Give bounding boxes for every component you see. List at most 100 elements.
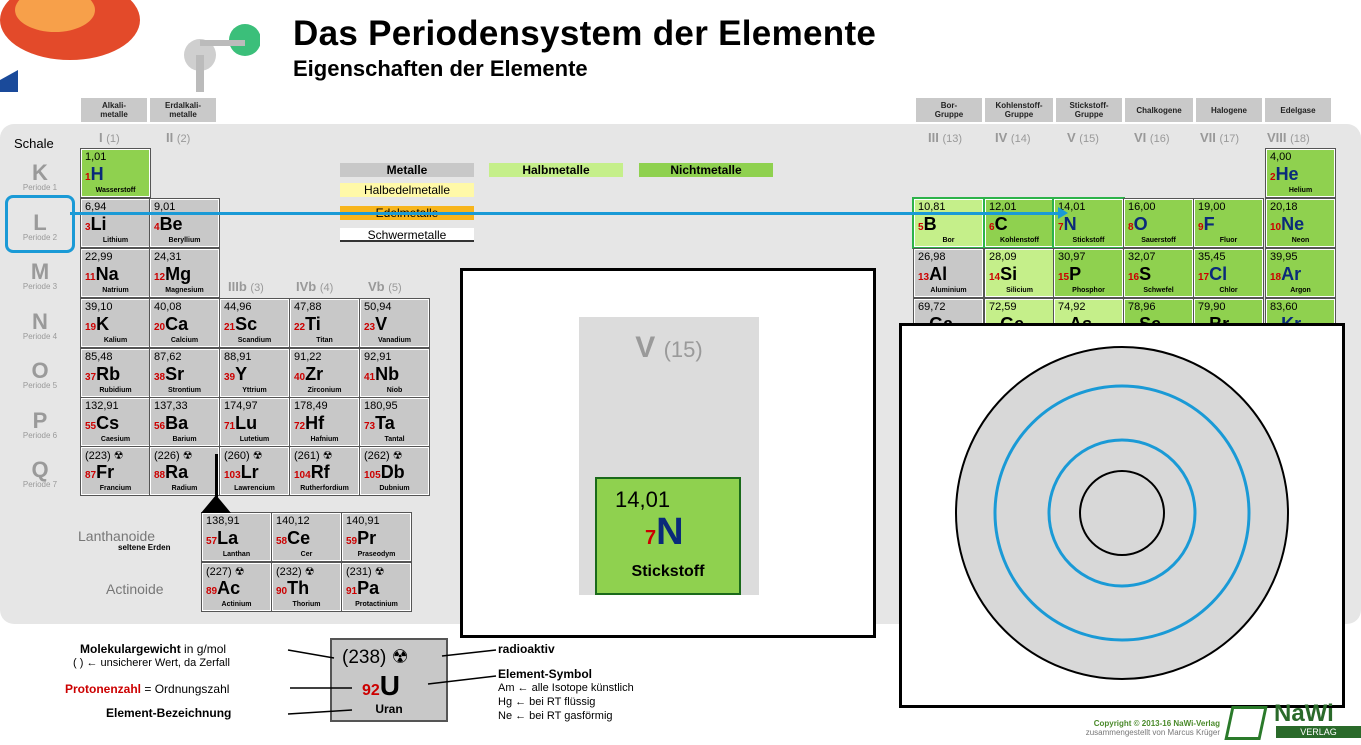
arrow-head-icon	[1058, 207, 1068, 219]
element-strontium[interactable]: 87,62 38Sr Strontium	[149, 348, 220, 398]
zoom-panel: V (15) 14,01 7N Stickstoff	[460, 268, 876, 638]
zoom-symbol: 7N	[645, 511, 684, 553]
element-symbol: 18Ar	[1270, 264, 1302, 284]
element-beryllium[interactable]: 9,01 4Be Beryllium	[149, 198, 220, 248]
group-number-17: VII (17)	[1200, 130, 1240, 145]
element-mass: 69,72	[918, 301, 946, 313]
element-label: Lithium	[102, 237, 129, 244]
element-thorium[interactable]: (232) ☢ 90Th Thorium	[271, 562, 342, 612]
element-lawrencium[interactable]: (260) ☢ 103Lr Lawrencium	[219, 446, 290, 496]
element-wasserstoff[interactable]: 1,01 1H Wasserstoff	[80, 148, 151, 198]
element-praseodym[interactable]: 140,91 59Pr Praseodym	[341, 512, 412, 562]
element-aluminium[interactable]: 26,98 13Al Aluminium	[913, 248, 984, 298]
group-header-chalkogene: Chalkogene	[1125, 98, 1193, 122]
element-mass: 40,08	[154, 301, 182, 313]
element-rubidium[interactable]: 85,48 37Rb Rubidium	[80, 348, 151, 398]
element-mass: 92,91	[364, 351, 392, 363]
element-kohlenstoff[interactable]: 12,01 6C Kohlenstoff	[983, 197, 1056, 249]
element-chlor[interactable]: 35,45 17Cl Chlor	[1193, 248, 1264, 298]
element-mass: 91,22	[294, 351, 322, 363]
shell-p[interactable]: P Periode 6	[10, 408, 70, 440]
zoom-mass: 14,01	[615, 487, 671, 512]
element-symbol: 87Fr	[85, 462, 115, 482]
element-mass: (262) ☢	[364, 450, 403, 462]
element-radium[interactable]: (226) ☢ 88Ra Radium	[149, 446, 220, 496]
legend-schwermetalle: Schwermetalle	[340, 228, 474, 242]
element-mass: 19,00	[1198, 201, 1226, 213]
element-label: Fluor	[1219, 237, 1238, 244]
element-lutetium[interactable]: 174,97 71Lu Lutetium	[219, 397, 290, 447]
element-label: Titan	[316, 337, 333, 344]
page-title: Das Periodensystem der Elemente	[293, 14, 877, 53]
zoom-name: Stickstoff	[631, 563, 705, 580]
group-number-5: Vb (5)	[368, 279, 402, 294]
shell-k[interactable]: K Periode 1	[10, 160, 70, 192]
element-cer[interactable]: 140,12 58Ce Cer	[271, 512, 342, 562]
element-mass: (231) ☢	[346, 566, 385, 578]
element-rutherfordium[interactable]: (261) ☢ 104Rf Rutherfordium	[289, 446, 360, 496]
element-phosphor[interactable]: 30,97 15P Phosphor	[1053, 248, 1124, 298]
element-mass: 4,00	[1270, 151, 1292, 163]
element-symbol: 57La	[206, 528, 239, 548]
element-titan[interactable]: 47,88 22Ti Titan	[289, 298, 360, 348]
legend-nichtmetalle: Nichtmetalle	[639, 163, 773, 177]
element-francium[interactable]: (223) ☢ 87Fr Francium	[80, 446, 151, 496]
element-calcium[interactable]: 40,08 20Ca Calcium	[149, 298, 220, 348]
element-symbol: 1H	[85, 164, 104, 184]
element-sauerstoff[interactable]: 16,00 8O Sauerstoff	[1123, 198, 1194, 248]
element-tantal[interactable]: 180,95 73Ta Tantal	[359, 397, 430, 447]
outer-shell-ring	[955, 346, 1289, 680]
element-argon[interactable]: 39,95 18Ar Argon	[1265, 248, 1336, 298]
book-icon	[1224, 706, 1268, 740]
element-caesium[interactable]: 132,91 55Cs Caesium	[80, 397, 151, 447]
element-protactinium[interactable]: (231) ☢ 91Pa Protactinium	[341, 562, 412, 612]
element-dubnium[interactable]: (262) ☢ 105Db Dubnium	[359, 446, 430, 496]
zoom-group-header: V (15)	[635, 331, 703, 364]
element-silicium[interactable]: 28,09 14Si Silicium	[984, 248, 1055, 298]
element-lanthan[interactable]: 138,91 57La Lanthan	[201, 512, 272, 562]
element-mass: 47,88	[294, 301, 322, 313]
element-lithium[interactable]: 6,94 3Li Lithium	[80, 198, 151, 248]
element-label: Yttrium	[242, 387, 267, 394]
element-symbol: 5B	[918, 214, 937, 234]
shell-m[interactable]: M Periode 3	[10, 259, 70, 291]
key-protonenzahl: Protonenzahl = Ordnungszahl	[65, 682, 230, 696]
element-symbol: 19K	[85, 314, 110, 334]
shell-q[interactable]: Q Periode 7	[10, 457, 70, 489]
element-label: Wasserstoff	[95, 187, 136, 194]
element-vanadium[interactable]: 50,94 23V Vanadium	[359, 298, 430, 348]
element-magnesium[interactable]: 24,31 12Mg Magnesium	[149, 248, 220, 298]
element-kalium[interactable]: 39,10 19K Kalium	[80, 298, 151, 348]
shell-l-highlight	[5, 195, 75, 253]
element-symbol: 56Ba	[154, 413, 189, 433]
element-mass: 178,49	[294, 400, 328, 412]
element-symbol: 16S	[1128, 264, 1152, 284]
element-barium[interactable]: 137,33 56Ba Barium	[149, 397, 220, 447]
shell-n[interactable]: N Periode 4	[10, 309, 70, 341]
element-schwefel[interactable]: 32,07 16S Schwefel	[1123, 248, 1194, 298]
element-symbol: 40Zr	[294, 364, 324, 384]
shell-o[interactable]: O Periode 5	[10, 358, 70, 390]
group-header-edelgase: Edelgase	[1265, 98, 1331, 122]
element-scandium[interactable]: 44,96 21Sc Scandium	[219, 298, 290, 348]
element-yttrium[interactable]: 88,91 39Y Yttrium	[219, 348, 290, 398]
element-bor[interactable]: 10,81 5B Bor	[912, 197, 985, 249]
element-label: Rubidium	[99, 387, 132, 394]
key-molekulargewicht: Molekulargewicht in g/mol	[80, 642, 227, 656]
element-helium[interactable]: 4,00 2He Helium	[1265, 148, 1336, 198]
element-fluor[interactable]: 19,00 9F Fluor	[1193, 198, 1264, 248]
element-label: Natrium	[102, 287, 129, 294]
zoom-element-nitrogen: 14,01 7N Stickstoff	[595, 477, 741, 595]
element-niob[interactable]: 92,91 41Nb Niob	[359, 348, 430, 398]
element-zirconium[interactable]: 91,22 40Zr Zirconium	[289, 348, 360, 398]
element-label: Beryllium	[168, 237, 201, 244]
element-neon[interactable]: 20,18 10Ne Neon	[1265, 198, 1336, 248]
element-mass: (223) ☢	[85, 450, 124, 462]
element-hafnium[interactable]: 178,49 72Hf Hafnium	[289, 397, 360, 447]
element-label: Hafnium	[310, 436, 339, 443]
element-label: Rutherfordium	[300, 485, 349, 492]
element-label: Scandium	[237, 337, 272, 344]
element-actinium[interactable]: (227) ☢ 89Ac Actinium	[201, 562, 272, 612]
element-natrium[interactable]: 22,99 11Na Natrium	[80, 248, 151, 298]
element-label: Francium	[99, 485, 132, 492]
